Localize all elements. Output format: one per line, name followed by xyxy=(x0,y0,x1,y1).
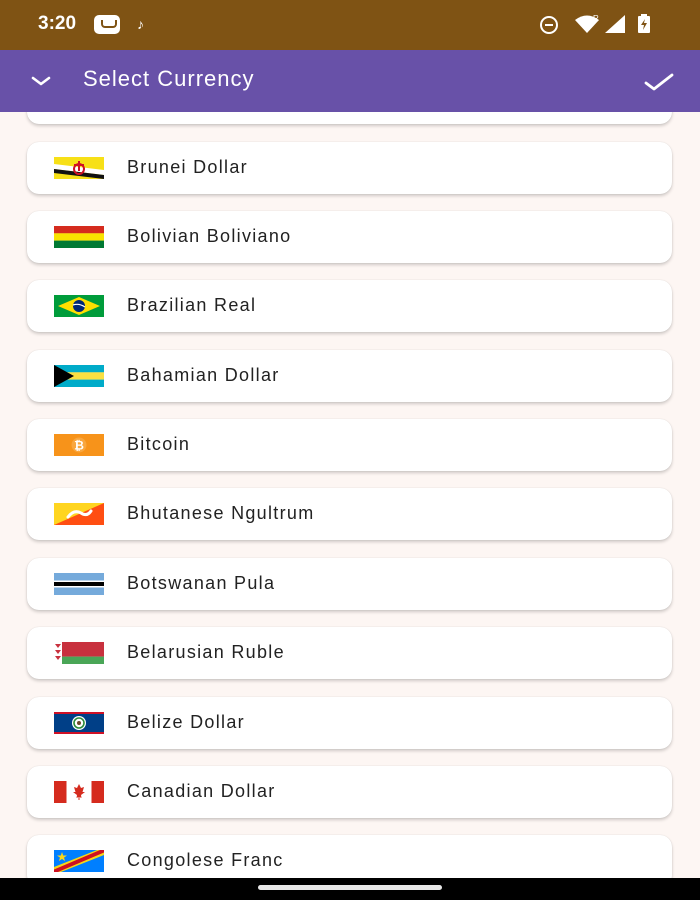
belize-flag-icon xyxy=(54,712,104,734)
bahamas-flag-icon xyxy=(54,365,104,387)
app-bar: Select Currency xyxy=(0,50,700,112)
currency-item-canadian-dollar[interactable]: Canadian Dollar xyxy=(27,766,672,818)
chevron-down-icon xyxy=(31,76,51,86)
roaming-label: R xyxy=(593,14,599,23)
navigation-bar xyxy=(0,878,700,900)
currency-item-brunei-dollar[interactable]: Brunei Dollar xyxy=(27,142,672,194)
svg-text:₿: ₿ xyxy=(74,439,84,453)
bhutan-flag-icon xyxy=(54,503,104,525)
currency-item-belize-dollar[interactable]: Belize Dollar xyxy=(27,697,672,749)
currency-item-botswanan-pula[interactable]: Botswanan Pula xyxy=(27,558,672,610)
checkmark-icon xyxy=(644,73,674,91)
home-gesture-handle[interactable] xyxy=(258,885,442,890)
collapse-button[interactable] xyxy=(24,67,58,95)
currency-item-partial[interactable] xyxy=(27,112,672,124)
confirm-button[interactable] xyxy=(640,67,678,95)
currency-name: Bhutanese Ngultrum xyxy=(127,503,315,523)
belarus-flag-icon xyxy=(54,642,104,664)
currency-item-belarusian-ruble[interactable]: Belarusian Ruble xyxy=(27,627,672,679)
dr-congo-flag-icon xyxy=(54,850,104,872)
currency-name: Brazilian Real xyxy=(127,295,257,315)
currency-item-brazilian-real[interactable]: Brazilian Real xyxy=(27,280,672,332)
brazil-flag-icon xyxy=(54,295,104,317)
currency-list[interactable]: Brunei Dollar Bolivian Boliviano Brazili… xyxy=(0,112,700,878)
wifi-icon: R xyxy=(574,14,600,39)
do-not-disturb-icon xyxy=(540,16,558,34)
currency-name: Congolese Franc xyxy=(127,850,284,870)
status-time: 3:20 xyxy=(38,13,77,34)
currency-name: Belize Dollar xyxy=(127,712,245,732)
signal-icon xyxy=(604,14,626,39)
currency-item-congolese-franc[interactable]: Congolese Franc xyxy=(27,835,672,878)
brunei-flag-icon xyxy=(54,157,104,179)
botswana-flag-icon xyxy=(54,573,104,595)
tiktok-icon: ♪ xyxy=(137,16,144,32)
page-title: Select Currency xyxy=(83,66,255,91)
currency-item-bitcoin[interactable]: ₿ Bitcoin xyxy=(27,419,672,471)
currency-name: Belarusian Ruble xyxy=(127,642,285,662)
bitcoin-icon: ₿ xyxy=(54,434,104,456)
currency-item-bolivian-boliviano[interactable]: Bolivian Boliviano xyxy=(27,211,672,263)
currency-name: Bahamian Dollar xyxy=(127,365,280,385)
currency-name: Bolivian Boliviano xyxy=(127,226,292,246)
bolivia-flag-icon xyxy=(54,226,104,248)
currency-name: Botswanan Pula xyxy=(127,573,276,593)
currency-name: Canadian Dollar xyxy=(127,781,276,801)
status-bar: 3:20 ♪ R xyxy=(0,0,700,50)
currency-item-bhutanese-ngultrum[interactable]: Bhutanese Ngultrum xyxy=(27,488,672,540)
currency-item-bahamian-dollar[interactable]: Bahamian Dollar xyxy=(27,350,672,402)
canada-flag-icon xyxy=(54,781,104,803)
battery-icon xyxy=(637,14,651,39)
messaging-app-icon xyxy=(94,15,120,34)
currency-name: Brunei Dollar xyxy=(127,157,248,177)
currency-name: Bitcoin xyxy=(127,434,191,454)
